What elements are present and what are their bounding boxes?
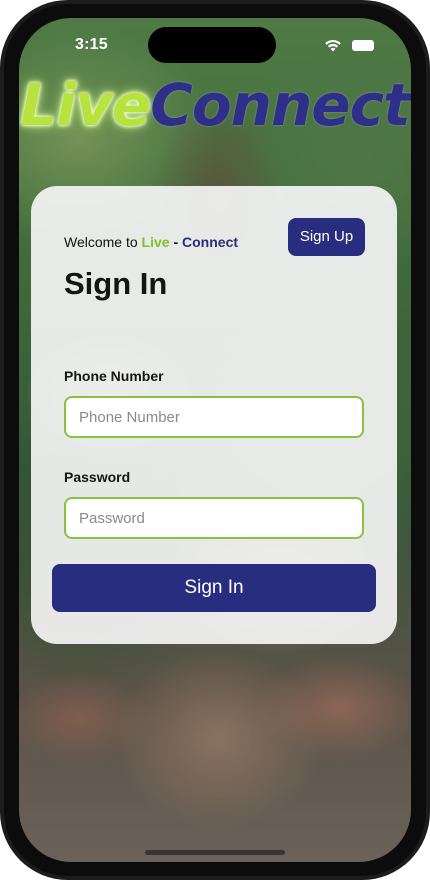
signin-card: Welcome to Live - Connect Sign Up Sign I… xyxy=(31,186,397,644)
welcome-connect: Connect xyxy=(182,234,239,250)
welcome-text: Welcome to Live - Connect xyxy=(64,234,238,250)
welcome-live: Live xyxy=(141,234,170,250)
welcome-dash: - xyxy=(169,234,183,250)
phone-frame: 3:15 LiveConnect Welcome to Live - Conne… xyxy=(0,0,430,880)
phone-number-input[interactable] xyxy=(64,396,364,438)
password-label: Password xyxy=(64,469,131,485)
home-indicator xyxy=(145,850,285,855)
page-title: Sign In xyxy=(64,266,168,301)
app-screen: 3:15 LiveConnect Welcome to Live - Conne… xyxy=(19,18,411,862)
status-time: 3:15 xyxy=(75,36,108,53)
status-bar: 3:15 xyxy=(19,18,411,68)
logo-connect-text: Connect xyxy=(150,71,410,139)
password-input[interactable] xyxy=(64,497,364,539)
signup-button[interactable]: Sign Up xyxy=(288,218,365,256)
battery-icon xyxy=(352,40,374,51)
welcome-prefix: Welcome to xyxy=(64,234,142,250)
logo-live-text: Live xyxy=(20,71,151,139)
wifi-icon xyxy=(325,39,341,52)
phone-number-label: Phone Number xyxy=(64,368,164,384)
app-logo: LiveConnect xyxy=(19,70,411,140)
dynamic-island xyxy=(148,27,276,63)
signin-button[interactable]: Sign In xyxy=(52,564,376,612)
